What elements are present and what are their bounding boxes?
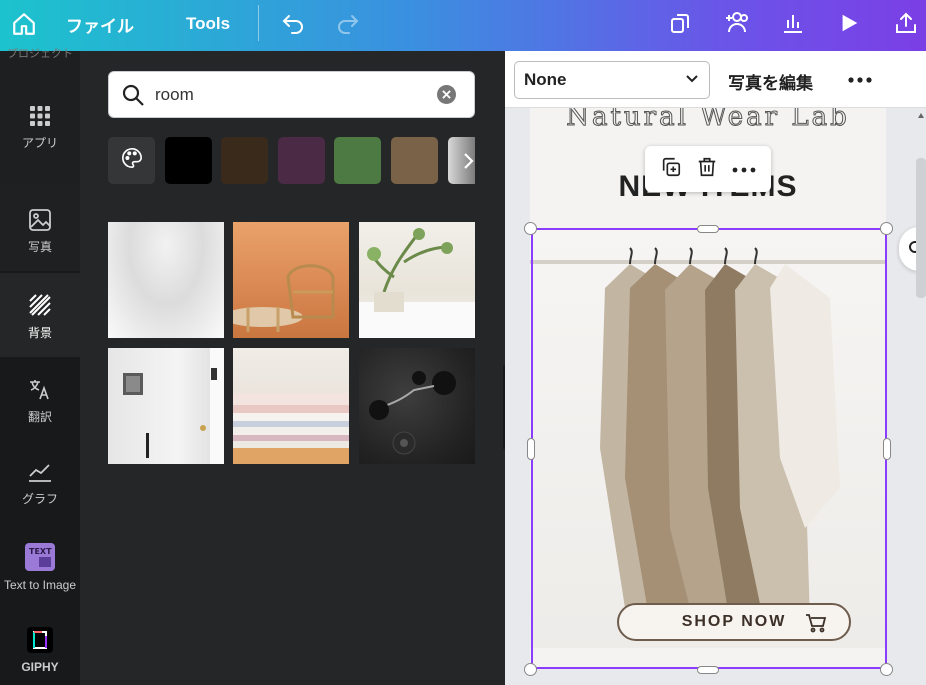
search-box[interactable] [108, 71, 475, 118]
resize-handle-top-left[interactable] [524, 222, 537, 235]
resize-handle-right[interactable] [883, 438, 891, 460]
rail-item-text-to-image[interactable]: TEXT Text to Image [0, 543, 80, 613]
palette-icon [121, 147, 143, 174]
background-thumbnail-plant-sofa[interactable] [359, 222, 475, 338]
rail-item-label: グラフ [21, 492, 58, 506]
duplicate-icon[interactable] [660, 156, 682, 183]
rail-item-translate[interactable]: 翻訳 [0, 377, 80, 447]
color-swatch[interactable] [334, 137, 381, 184]
color-palette-button[interactable] [108, 137, 155, 184]
scroll-up-arrow-icon[interactable] [918, 113, 924, 118]
rail-item-label: 背景 [27, 326, 52, 340]
color-swatch[interactable] [221, 137, 268, 184]
rail-item-label: 翻訳 [27, 410, 52, 424]
rail-item-label: GIPHY [21, 660, 59, 674]
rail-item-chart[interactable]: グラフ [0, 461, 80, 531]
resize-handle-top[interactable] [697, 225, 719, 233]
chart-icon [28, 461, 52, 486]
duplicate-pages-icon[interactable] [665, 8, 695, 38]
chevron-right-icon[interactable] [458, 149, 478, 173]
translate-icon [28, 377, 52, 404]
background-thumbnail-rattan-chair[interactable] [233, 222, 349, 338]
background-thumbnail-towels[interactable] [233, 348, 349, 464]
color-swatch[interactable] [165, 137, 212, 184]
color-swatch[interactable] [278, 137, 325, 184]
insights-chart-icon[interactable] [778, 8, 808, 38]
element-floating-toolbar [645, 146, 771, 192]
rail-item-background[interactable]: 背景 [0, 273, 80, 357]
chevron-down-icon [685, 74, 699, 84]
clear-search-icon[interactable] [437, 85, 456, 104]
background-thumbnail-white-room[interactable] [108, 222, 224, 338]
resize-handle-bottom-right[interactable] [880, 663, 893, 676]
home-icon[interactable] [8, 8, 40, 40]
resize-handle-bottom[interactable] [697, 666, 719, 674]
tools-menu-button[interactable]: Tools [186, 12, 230, 36]
edit-photo-button[interactable]: 写真を編集 [728, 69, 813, 94]
background-pattern-icon [28, 293, 52, 320]
side-navigation-rail: プロジェクト アプリ 写真 背景 翻訳 グラフ TEXT Text to Ima… [0, 48, 80, 685]
search-input[interactable] [155, 84, 425, 105]
background-thumbnail-shower[interactable] [108, 348, 224, 464]
resize-handle-top-right[interactable] [880, 222, 893, 235]
more-options-icon[interactable] [845, 68, 875, 92]
file-menu-button[interactable]: ファイル [66, 12, 134, 36]
search-icon [121, 83, 145, 107]
filter-select-value: None [524, 70, 567, 89]
photo-icon [29, 209, 51, 234]
background-thumbnail-dumbbells[interactable] [359, 348, 475, 464]
toolbar-divider [258, 5, 259, 41]
clipped-projects-label: プロジェクト [7, 48, 73, 59]
rail-item-label: 写真 [27, 240, 52, 254]
resize-handle-bottom-left[interactable] [524, 663, 537, 676]
apps-grid-icon [29, 105, 51, 130]
redo-icon[interactable] [333, 8, 363, 38]
more-options-icon[interactable] [732, 160, 756, 178]
context-toolbar: None 写真を編集 [505, 51, 926, 108]
resize-handle-left[interactable] [527, 438, 535, 460]
share-people-icon[interactable] [720, 6, 752, 38]
text-to-image-icon: TEXT [25, 543, 55, 574]
present-play-icon[interactable] [834, 8, 864, 38]
rail-item-label: アプリ [21, 136, 58, 150]
scrollbar-thumb[interactable] [916, 158, 926, 298]
brand-title[interactable]: Natural Wear Lab [530, 108, 886, 133]
svg-text:TEXT: TEXT [29, 547, 52, 556]
upload-share-icon[interactable] [890, 7, 922, 39]
rail-item-photos[interactable]: 写真 [0, 183, 80, 271]
rail-item-apps[interactable]: アプリ [0, 105, 80, 175]
giphy-icon [27, 627, 53, 656]
rail-item-giphy[interactable]: GIPHY [0, 627, 80, 685]
rail-item-label: Text to Image [3, 578, 77, 592]
trash-icon[interactable] [696, 156, 718, 183]
top-toolbar: ファイル Tools [0, 0, 926, 51]
filter-select[interactable]: None [514, 61, 710, 99]
background-panel [80, 51, 505, 685]
vertical-scrollbar[interactable] [916, 108, 926, 685]
color-swatch[interactable] [391, 137, 438, 184]
editor-canvas-area: None 写真を編集 Natural Wear Lab NEW ITEMS [505, 51, 926, 685]
undo-icon[interactable] [278, 8, 308, 38]
selection-frame [531, 228, 887, 669]
